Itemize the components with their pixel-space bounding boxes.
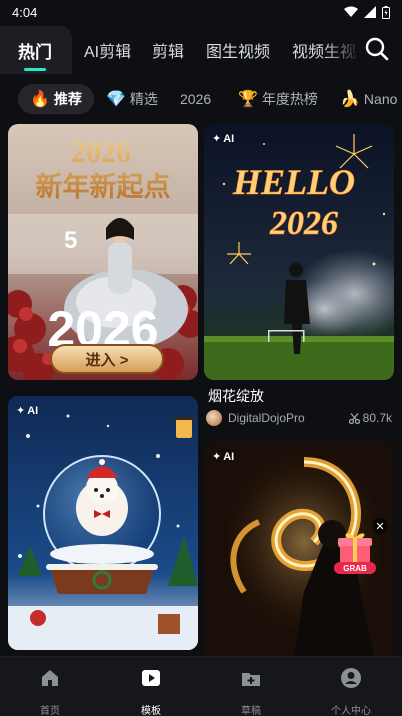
template-card-new-year[interactable]: 2026 新年新起点 5 2026 进入 > <box>8 124 198 380</box>
nav-templates[interactable]: 模板 <box>111 667 191 716</box>
tab-image-to-video[interactable]: 图生视频 <box>206 38 270 62</box>
chip-label: 推荐 <box>53 91 82 107</box>
uses-count: 80.7k <box>348 411 392 425</box>
sparkle-icon: ✦ <box>16 405 26 417</box>
home-icon <box>42 670 58 686</box>
tab-fade <box>322 32 362 68</box>
ai-badge: ✦ AI <box>212 450 235 464</box>
ai-badge: ✦ AI <box>16 404 39 418</box>
enter-button[interactable]: 进入 > <box>50 344 164 374</box>
chip-annual-ranking[interactable]: 🏆 年度热榜 <box>238 84 318 114</box>
template-icon <box>142 670 160 686</box>
ai-badge: ✦ AI <box>212 132 235 146</box>
sparkle-icon: ✦ <box>212 133 222 145</box>
close-icon[interactable]: ✕ <box>372 518 388 534</box>
sparkle-icon: ✦ <box>212 451 222 463</box>
chip-nano[interactable]: 🍌 Nano <box>340 84 397 114</box>
drafts-icon <box>242 673 260 686</box>
chip-label: Nano <box>363 91 398 107</box>
profile-icon <box>341 668 361 688</box>
template-card-snow-globe[interactable]: ✦ AI <box>8 396 198 650</box>
tab-ai-edit[interactable]: AI剪辑 <box>84 38 131 62</box>
enter-button-label: 进入 > <box>85 351 129 369</box>
card-title: 烟花绽放 <box>208 388 264 404</box>
tab-edit[interactable]: 剪辑 <box>152 38 184 62</box>
diamond-icon: 💎 <box>106 91 126 108</box>
status-icons <box>344 5 390 19</box>
author-name[interactable]: DigitalDojoPro <box>228 411 305 425</box>
nav-home[interactable]: 首页 <box>10 667 90 716</box>
chip-2026[interactable]: 2026 <box>180 84 211 114</box>
grab-label: GRAB <box>343 564 367 573</box>
author-row: DigitalDojoPro 80.7k <box>206 408 392 428</box>
status-bar: 4:04 <box>0 0 402 24</box>
gift-icon[interactable]: GRAB <box>334 530 376 576</box>
chip-label: 2026 <box>180 91 212 107</box>
status-time: 4:04 <box>12 4 38 20</box>
trophy-icon: 🏆 <box>238 91 258 108</box>
tab-hot[interactable]: 热门 <box>18 38 52 63</box>
fireworks-image: HELLO 2026 <box>204 124 394 380</box>
wifi-icon <box>344 6 358 17</box>
nav-drafts[interactable]: 草稿 <box>211 667 291 716</box>
search-icon[interactable] <box>362 34 392 64</box>
template-card-fireworks[interactable]: HELLO 2026 ✦ AI <box>204 124 394 380</box>
filter-chip-row: 🔥 推荐 💎 精选 2026 🏆 年度热榜 🍌 Nano <box>0 80 402 118</box>
banana-icon: 🍌 <box>340 91 360 108</box>
chip-recommended[interactable]: 🔥 推荐 <box>18 84 94 114</box>
battery-icon <box>382 5 390 19</box>
chip-label: 精选 <box>129 91 158 107</box>
bottom-nav: 首页 模板 草稿 个人中心 <box>0 656 402 716</box>
snow-globe-image <box>8 396 198 650</box>
signal-icon <box>364 6 376 18</box>
nav-profile[interactable]: 个人中心 <box>311 667 391 716</box>
avatar[interactable] <box>206 410 222 426</box>
fire-icon: 🔥 <box>30 91 50 108</box>
chip-label: 年度热榜 <box>261 91 318 107</box>
new-year-side-number: 5 <box>64 227 77 254</box>
new-year-image: 2026 新年新起点 5 2026 <box>8 124 198 380</box>
top-tab-bar: 热门 AI剪辑 剪辑 图生视频 视频生视 <box>0 24 402 74</box>
active-tab-indicator <box>24 68 46 71</box>
scissors-icon <box>348 412 360 424</box>
chip-featured[interactable]: 💎 精选 <box>106 84 158 114</box>
